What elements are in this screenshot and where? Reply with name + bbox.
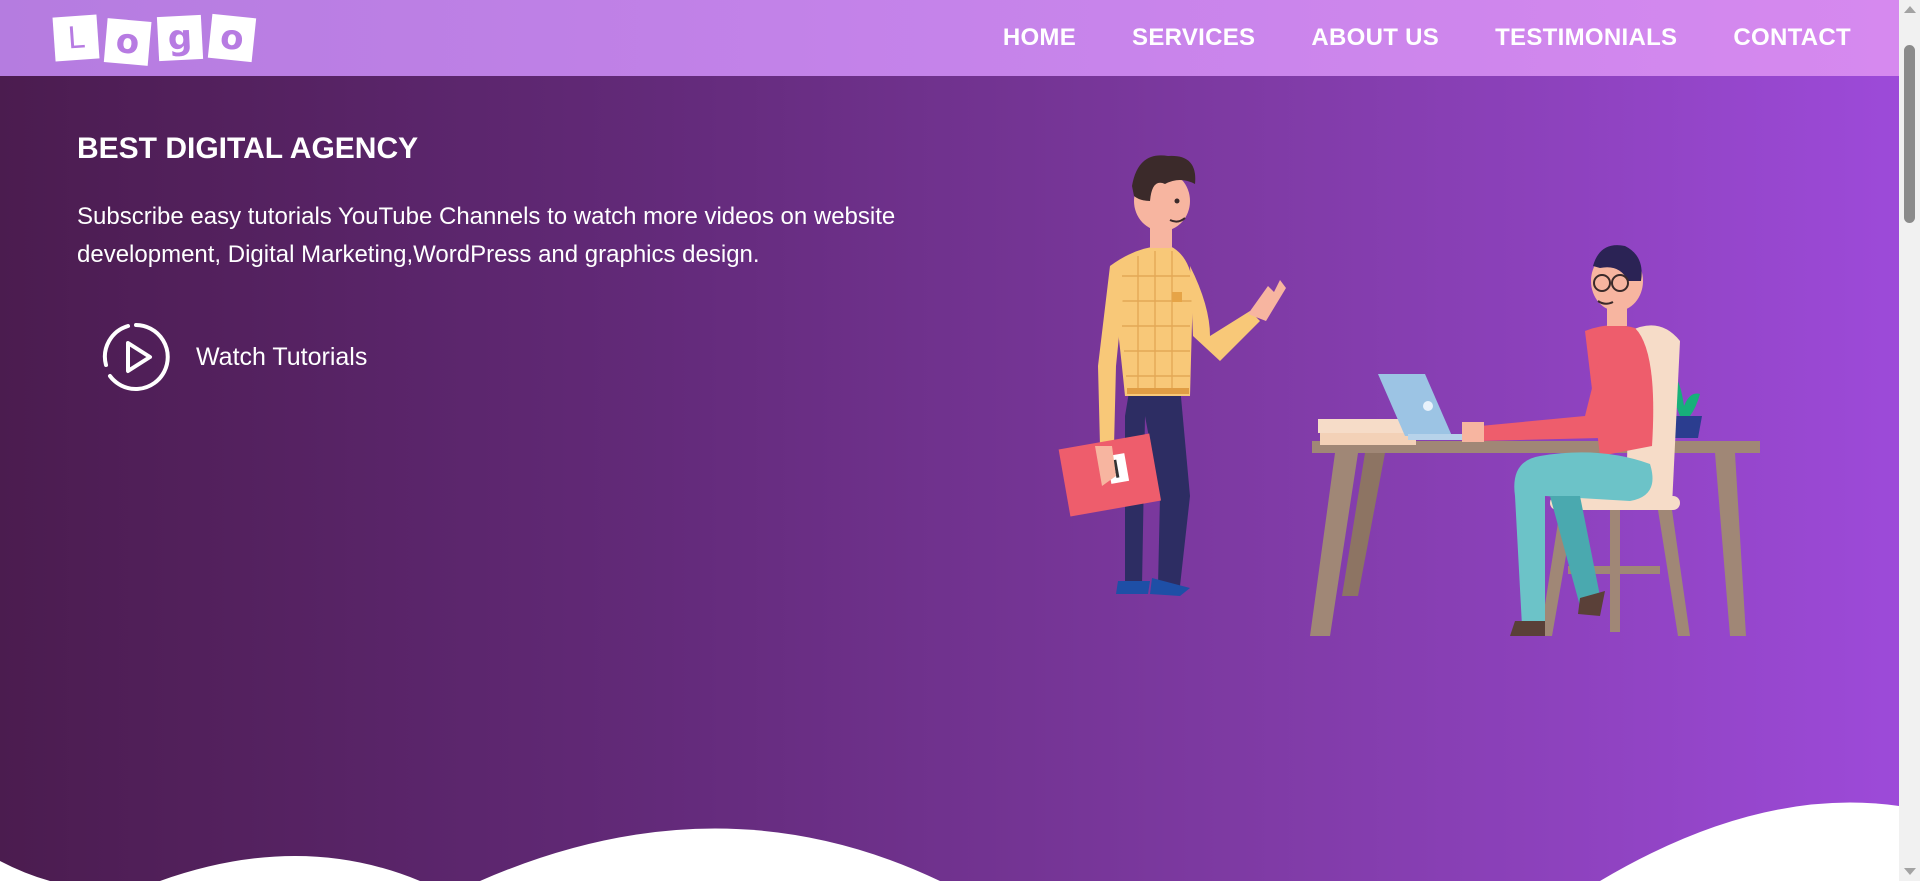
logo-letter-o: o bbox=[207, 13, 257, 63]
bottom-wave bbox=[0, 802, 1899, 881]
top-navbar: L o g o HOME SERVICES ABOUT US TESTIMONI… bbox=[0, 0, 1899, 76]
scroll-thumb[interactable] bbox=[1904, 45, 1915, 223]
logo-letter-o: o bbox=[103, 18, 152, 66]
standing-man-figure bbox=[1058, 155, 1286, 596]
nav-home-link[interactable]: HOME bbox=[1003, 24, 1076, 52]
nav-services-link[interactable]: SERVICES bbox=[1132, 24, 1255, 52]
nav-testimonials-link[interactable]: TESTIMONIALS bbox=[1495, 24, 1677, 52]
logo-letter-g: g bbox=[156, 14, 204, 62]
scroll-down-arrow-icon[interactable] bbox=[1904, 868, 1916, 875]
watch-tutorials-button[interactable]: Watch Tutorials bbox=[100, 321, 367, 393]
seated-man-figure bbox=[1462, 245, 1690, 636]
page-scrollbar[interactable] bbox=[1899, 0, 1920, 881]
nav-menu: HOME SERVICES ABOUT US TESTIMONIALS CONT… bbox=[1003, 24, 1851, 52]
nav-about-link[interactable]: ABOUT US bbox=[1311, 24, 1439, 52]
watch-tutorials-label: Watch Tutorials bbox=[196, 342, 368, 371]
logo[interactable]: L o g o bbox=[52, 13, 257, 66]
play-circle-icon bbox=[102, 323, 170, 391]
scroll-up-arrow-icon[interactable] bbox=[1904, 6, 1916, 13]
nav-contact-link[interactable]: CONTACT bbox=[1733, 24, 1851, 52]
hero-title: BEST DIGITAL AGENCY bbox=[77, 132, 419, 165]
hero-description: Subscribe easy tutorials YouTube Channel… bbox=[77, 203, 896, 268]
office-workers-illustration bbox=[1058, 155, 1760, 636]
hero-section: BEST DIGITAL AGENCY Subscribe easy tutor… bbox=[0, 76, 1899, 881]
logo-letter-l: L bbox=[52, 14, 100, 62]
